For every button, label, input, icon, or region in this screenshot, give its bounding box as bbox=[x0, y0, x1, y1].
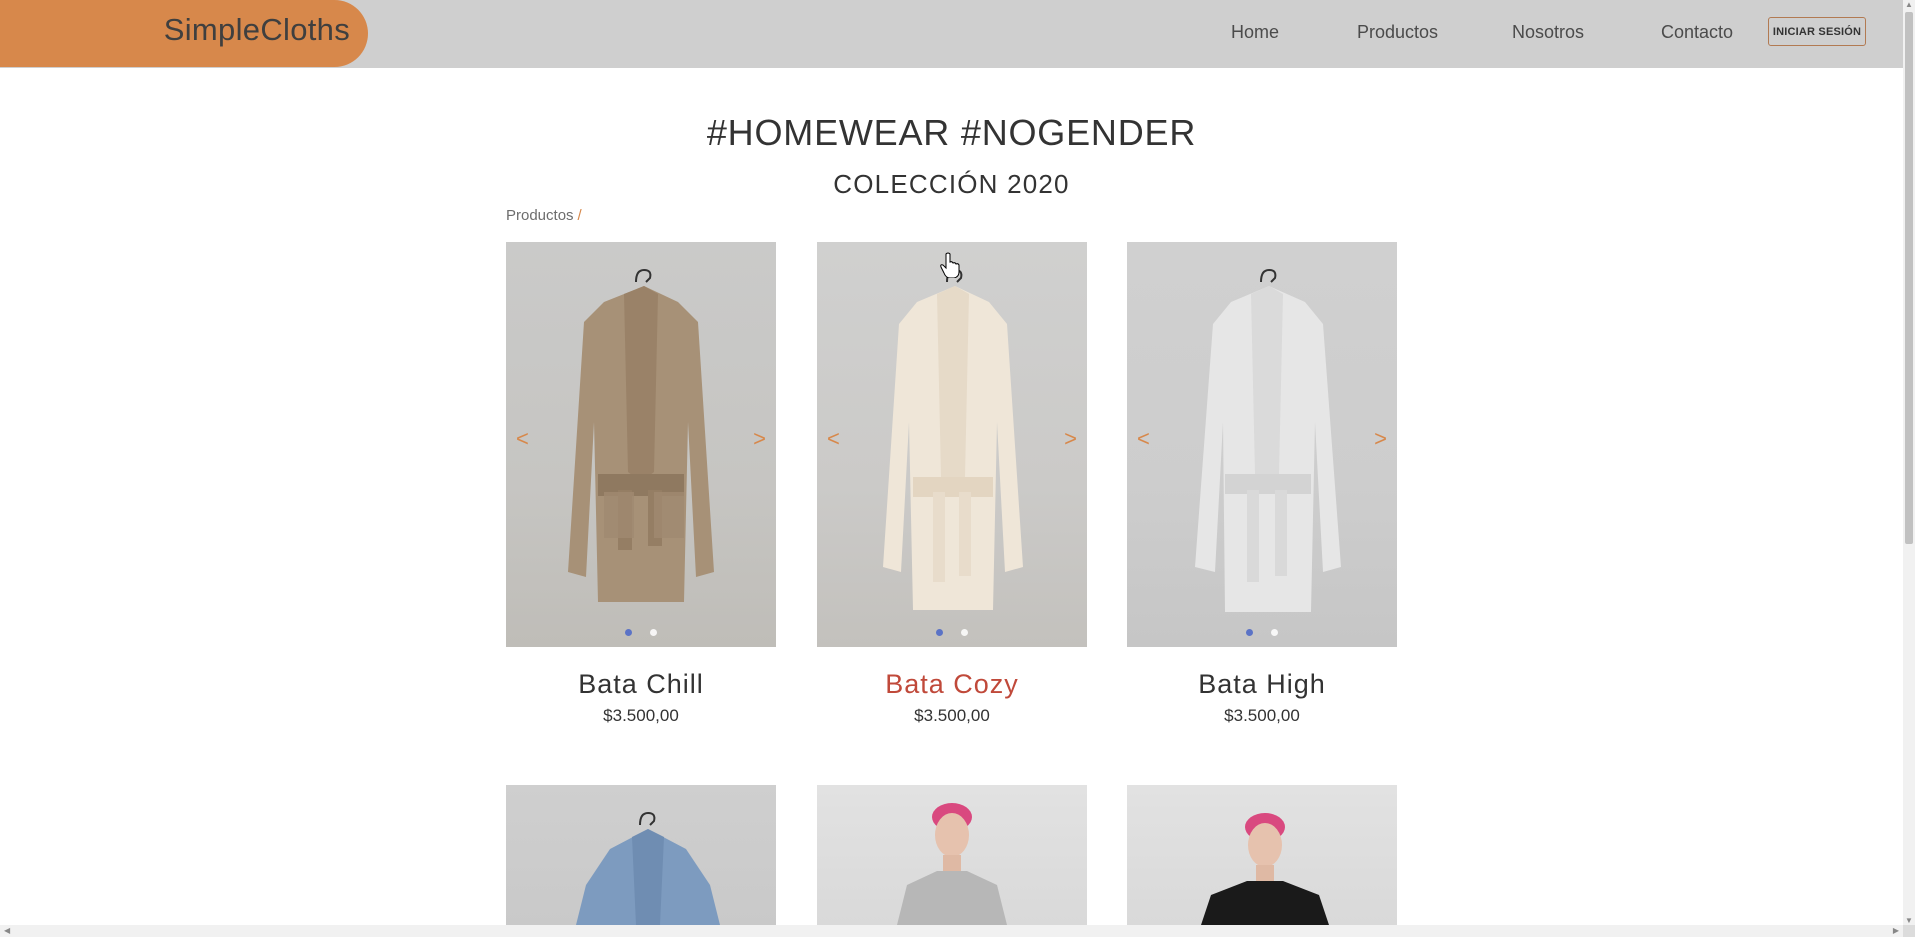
scroll-down-icon[interactable]: ▼ bbox=[1903, 916, 1915, 925]
product-image-model-grey-sweater bbox=[897, 803, 1007, 925]
product-name[interactable]: Bata Chill bbox=[506, 669, 776, 700]
scrollbar-corner bbox=[1903, 925, 1915, 937]
scroll-left-icon[interactable]: ◀ bbox=[4, 926, 10, 935]
carousel-prev-button[interactable]: < bbox=[1137, 426, 1150, 452]
product-card[interactable] bbox=[506, 785, 776, 925]
breadcrumb-separator: / bbox=[577, 207, 582, 224]
carousel-next-button[interactable]: > bbox=[1374, 426, 1387, 452]
product-carousel[interactable]: < > bbox=[506, 242, 776, 647]
scroll-right-icon[interactable]: ▶ bbox=[1893, 926, 1899, 935]
brand-logo[interactable]: SimpleCloths bbox=[0, 0, 368, 67]
product-card[interactable]: < > Bata High $3.500,00 bbox=[1127, 242, 1397, 726]
hand-cursor-icon bbox=[940, 252, 960, 278]
product-price: $3.500,00 bbox=[1224, 706, 1300, 725]
carousel-next-button[interactable]: > bbox=[753, 426, 766, 452]
product-price: $3.500,00 bbox=[914, 706, 990, 725]
top-navbar: SimpleCloths Home Productos Nosotros Con… bbox=[0, 0, 1903, 68]
breadcrumb: Productos / bbox=[506, 207, 582, 224]
product-card[interactable] bbox=[817, 785, 1087, 925]
scroll-up-icon[interactable]: ▲ bbox=[1903, 0, 1915, 9]
product-image-robe-blue bbox=[576, 811, 720, 925]
product-carousel[interactable] bbox=[817, 785, 1087, 925]
carousel-indicators bbox=[817, 629, 1087, 636]
product-card[interactable]: < > Bata Chill $3.500,00 bbox=[506, 242, 776, 726]
carousel-prev-button[interactable]: < bbox=[827, 426, 840, 452]
carousel-indicator[interactable] bbox=[961, 629, 968, 636]
product-image-model-black-shirt bbox=[1201, 813, 1329, 925]
carousel-indicator[interactable] bbox=[1271, 629, 1278, 636]
carousel-indicator[interactable] bbox=[625, 629, 632, 636]
page-title: #HOMEWEAR #NOGENDER bbox=[706, 112, 1197, 153]
carousel-indicators bbox=[506, 629, 776, 636]
product-carousel[interactable] bbox=[506, 785, 776, 925]
product-image-robe-white bbox=[1195, 268, 1341, 612]
product-card[interactable]: < > Bata Cozy $3.500,00 bbox=[817, 242, 1087, 726]
carousel-next-button[interactable]: > bbox=[1064, 426, 1077, 452]
carousel-indicator[interactable] bbox=[936, 629, 943, 636]
product-name[interactable]: Bata High bbox=[1127, 669, 1397, 700]
page-subtitle: COLECCIÓN 2020 bbox=[833, 169, 1070, 199]
vertical-scrollbar[interactable]: ▲ ▼ bbox=[1903, 0, 1915, 925]
breadcrumb-item-products[interactable]: Productos bbox=[506, 207, 574, 224]
product-card[interactable] bbox=[1127, 785, 1397, 925]
product-carousel[interactable] bbox=[1127, 785, 1397, 925]
product-image-robe-brown bbox=[568, 268, 714, 602]
nav-link-home[interactable]: Home bbox=[1231, 22, 1279, 43]
scrollbar-thumb[interactable] bbox=[1905, 12, 1913, 544]
product-price: $3.500,00 bbox=[603, 706, 679, 725]
product-carousel[interactable]: < > bbox=[817, 242, 1087, 647]
nav-link-contact[interactable]: Contacto bbox=[1661, 22, 1733, 43]
login-button[interactable]: INICIAR SESIÓN bbox=[1768, 17, 1866, 46]
carousel-indicator[interactable] bbox=[1246, 629, 1253, 636]
product-carousel[interactable]: < > bbox=[1127, 242, 1397, 647]
brand-name: SimpleCloths bbox=[163, 12, 350, 47]
carousel-prev-button[interactable]: < bbox=[516, 426, 529, 452]
horizontal-scrollbar[interactable]: ◀ ▶ bbox=[0, 925, 1903, 937]
product-name[interactable]: Bata Cozy bbox=[817, 669, 1087, 700]
carousel-indicators bbox=[1127, 629, 1397, 636]
carousel-indicator[interactable] bbox=[650, 629, 657, 636]
nav-link-about[interactable]: Nosotros bbox=[1512, 22, 1584, 43]
nav-link-products[interactable]: Productos bbox=[1357, 22, 1438, 43]
product-image-robe-cream bbox=[883, 268, 1023, 610]
